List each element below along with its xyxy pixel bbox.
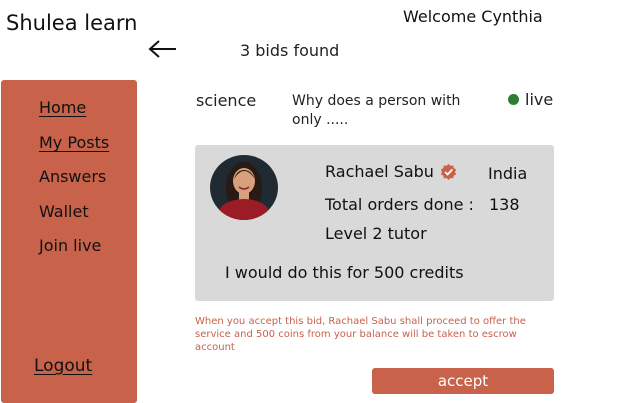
live-dot-icon [508,94,519,105]
sidebar-item-answers[interactable]: Answers [39,167,106,186]
bid-offer: I would do this for 500 credits [225,263,464,282]
post-subject: science [196,91,257,110]
accept-button[interactable]: accept [372,368,554,394]
tutor-country: India [488,164,528,183]
bids-found-count: 3 bids found [240,41,340,60]
sidebar-item-join-live[interactable]: Join live [39,236,101,255]
arrow-left-icon[interactable] [148,38,178,60]
orders-label: Total orders done : [325,195,474,214]
sidebar-item-my-posts[interactable]: My Posts [39,133,109,152]
tutor-avatar[interactable] [210,155,278,220]
sidebar: Home My Posts Answers Wallet Join live L… [1,80,137,403]
live-status: live [508,90,553,109]
post-question[interactable]: Why does a person with only ..... [292,92,482,130]
tutor-name: Rachael Sabu [325,162,434,181]
sidebar-item-wallet[interactable]: Wallet [39,202,89,221]
verified-badge-icon [440,163,457,180]
live-status-label: live [525,90,554,109]
escrow-notice: When you accept this bid, Rachael Sabu s… [195,316,526,353]
orders-value: 138 [489,195,520,214]
tutor-level: Level 2 tutor [325,224,427,243]
welcome-text: Welcome Cynthia [403,7,543,26]
bid-card: Rachael Sabu India Total orders done : 1… [195,145,554,301]
app-brand: Shulea learn [6,11,138,35]
sidebar-item-home[interactable]: Home [39,98,86,117]
logout-link[interactable]: Logout [34,356,92,376]
